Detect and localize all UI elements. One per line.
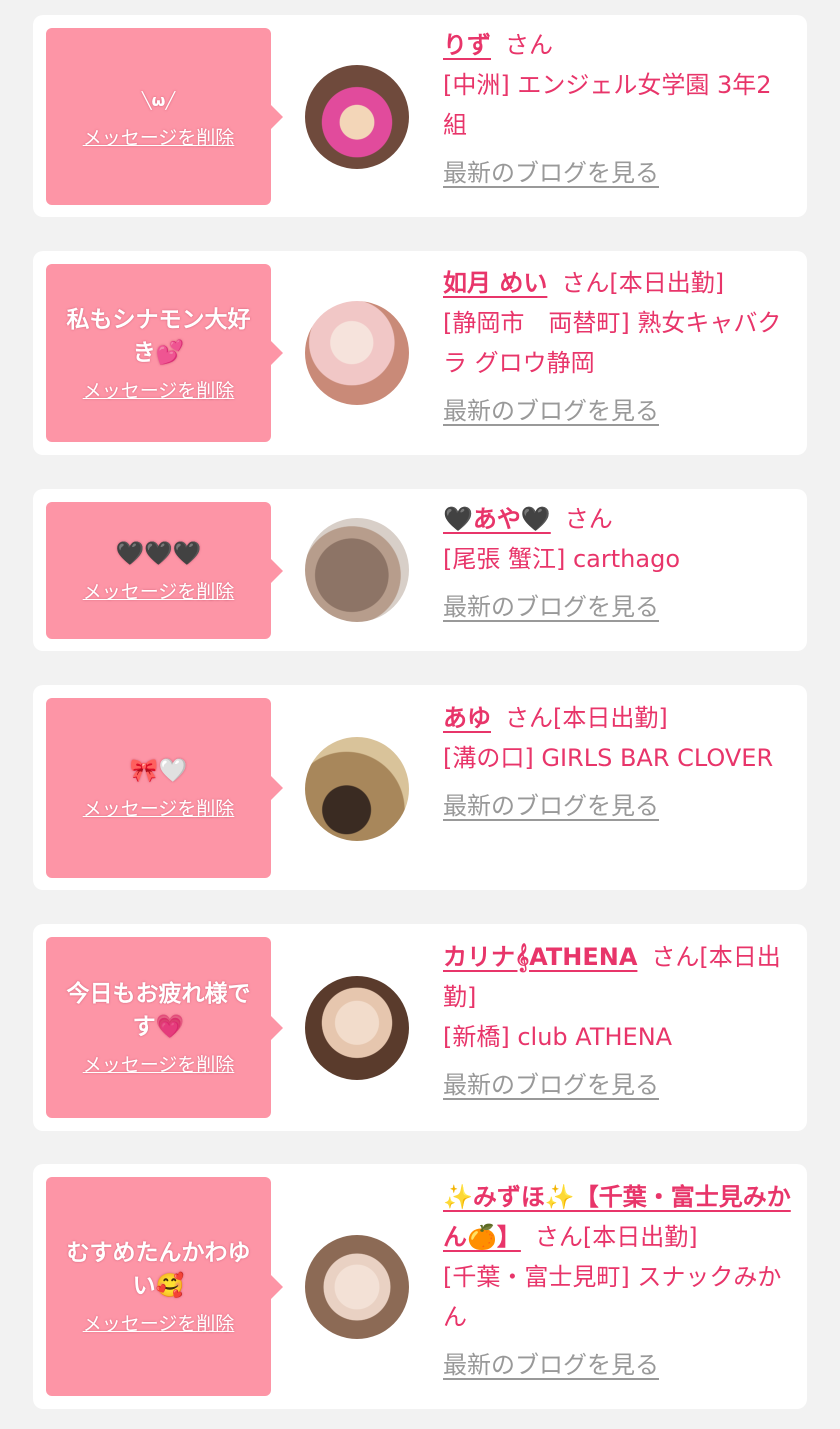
cast-info: カリナ𝄞ATHENA さん[本日出勤] [新橋] club ATHENA 最新のブ…	[443, 937, 793, 1105]
cast-info: りず さん [中洲] エンジェル女学園 3年2組 最新のブログを見る	[443, 25, 793, 193]
name-suffix: さん	[505, 31, 553, 59]
message-bubble: 🖤🖤🖤 メッセージを削除	[46, 502, 283, 639]
delete-message-link[interactable]: メッセージを削除	[83, 1050, 235, 1077]
shop-info: [中洲] エンジェル女学園 3年2組	[443, 71, 772, 139]
cast-info: ✨みずほ✨【千葉・富士見みかん🍊】 さん[本日出勤] [千葉・富士見町] スナック…	[443, 1177, 793, 1385]
avatar[interactable]	[305, 1235, 409, 1339]
latest-blog-link[interactable]: 最新のブログを見る	[443, 153, 659, 193]
message-card: 🎀🤍 メッセージを削除 あゆ さん[本日出勤] [溝の口] GIRLS BAR C…	[33, 685, 807, 890]
message-card: ╲ω╱ メッセージを削除 りず さん [中洲] エンジェル女学園 3年2組 最新の…	[33, 15, 807, 217]
latest-blog-link[interactable]: 最新のブログを見る	[443, 786, 659, 826]
message-bubble: むすめたんかわゆい🥰 メッセージを削除	[46, 1177, 283, 1396]
message-bubble: ╲ω╱ メッセージを削除	[46, 28, 283, 205]
message-text: 🎀🤍	[129, 758, 188, 784]
delete-message-link[interactable]: メッセージを削除	[83, 577, 235, 604]
message-text: むすめたんかわゆい🥰	[66, 1240, 251, 1299]
message-text: 私もシナモン大好き💕	[66, 306, 251, 366]
name-suffix: さん	[564, 505, 613, 533]
cast-info: あゆ さん[本日出勤] [溝の口] GIRLS BAR CLOVER 最新のブログ…	[443, 698, 793, 826]
delete-message-link[interactable]: メッセージを削除	[83, 794, 235, 821]
name-line: りず さん	[443, 25, 793, 65]
cast-name-link[interactable]: あゆ	[443, 704, 491, 732]
message-text: 🖤🖤🖤	[115, 540, 202, 567]
delete-message-link[interactable]: メッセージを削除	[83, 123, 235, 150]
cast-info: 如月 めい さん[本日出勤] [静岡市 両替町] 熟女キャバクラ グロウ静岡 最新…	[443, 263, 793, 431]
cast-name-link[interactable]: 如月 めい	[443, 269, 547, 297]
latest-blog-link[interactable]: 最新のブログを見る	[443, 1345, 659, 1385]
message-card: 今日もお疲れ様です💗 メッセージを削除 カリナ𝄞ATHENA さん[本日出勤] […	[33, 924, 807, 1131]
cast-info: 🖤あや🖤 さん [尾張 蟹江] carthago 最新のブログを見る	[443, 499, 793, 627]
shop-info: [尾張 蟹江] carthago	[443, 545, 680, 573]
delete-message-link[interactable]: メッセージを削除	[83, 1309, 235, 1336]
avatar[interactable]	[305, 976, 409, 1080]
message-bubble: 私もシナモン大好き💕 メッセージを削除	[46, 264, 283, 442]
message-text: ╲ω╱	[141, 90, 176, 110]
avatar[interactable]	[305, 301, 409, 405]
name-line: 如月 めい さん[本日出勤]	[443, 263, 793, 303]
name-line: あゆ さん[本日出勤]	[443, 698, 793, 738]
latest-blog-link[interactable]: 最新のブログを見る	[443, 1065, 659, 1105]
avatar[interactable]	[305, 518, 409, 622]
latest-blog-link[interactable]: 最新のブログを見る	[443, 587, 659, 627]
shop-info: [静岡市 両替町] 熟女キャバクラ グロウ静岡	[443, 309, 782, 377]
shop-info: [千葉・富士見町] スナックみかん	[443, 1263, 782, 1331]
name-suffix: さん[本日出勤]	[561, 269, 725, 297]
latest-blog-link[interactable]: 最新のブログを見る	[443, 391, 659, 431]
message-card: むすめたんかわゆい🥰 メッセージを削除 ✨みずほ✨【千葉・富士見みかん🍊】 さん[…	[33, 1164, 807, 1409]
message-text: 今日もお疲れ様です💗	[66, 981, 251, 1040]
cast-name-link[interactable]: 🖤あや🖤	[443, 505, 551, 533]
shop-info: [新橋] club ATHENA	[443, 1023, 673, 1051]
avatar[interactable]	[305, 737, 409, 841]
shop-info: [溝の口] GIRLS BAR CLOVER	[443, 744, 774, 772]
name-line: 🖤あや🖤 さん	[443, 499, 793, 539]
name-line: ✨みずほ✨【千葉・富士見みかん🍊】 さん[本日出勤]	[443, 1177, 793, 1257]
message-card: 🖤🖤🖤 メッセージを削除 🖤あや🖤 さん [尾張 蟹江] carthago 最新の…	[33, 489, 807, 651]
message-list: ╲ω╱ メッセージを削除 りず さん [中洲] エンジェル女学園 3年2組 最新の…	[0, 0, 840, 1429]
name-suffix: さん[本日出勤]	[505, 704, 668, 732]
cast-name-link[interactable]: カリナ𝄞ATHENA	[443, 943, 637, 971]
delete-message-link[interactable]: メッセージを削除	[83, 376, 235, 403]
cast-name-link[interactable]: りず	[443, 31, 491, 59]
message-card: 私もシナモン大好き💕 メッセージを削除 如月 めい さん[本日出勤] [静岡市 両…	[33, 251, 807, 455]
name-suffix: さん[本日出勤]	[534, 1223, 698, 1251]
name-line: カリナ𝄞ATHENA さん[本日出勤]	[443, 937, 793, 1017]
message-bubble: 今日もお疲れ様です💗 メッセージを削除	[46, 937, 283, 1118]
message-bubble: 🎀🤍 メッセージを削除	[46, 698, 283, 878]
avatar[interactable]	[305, 65, 409, 169]
